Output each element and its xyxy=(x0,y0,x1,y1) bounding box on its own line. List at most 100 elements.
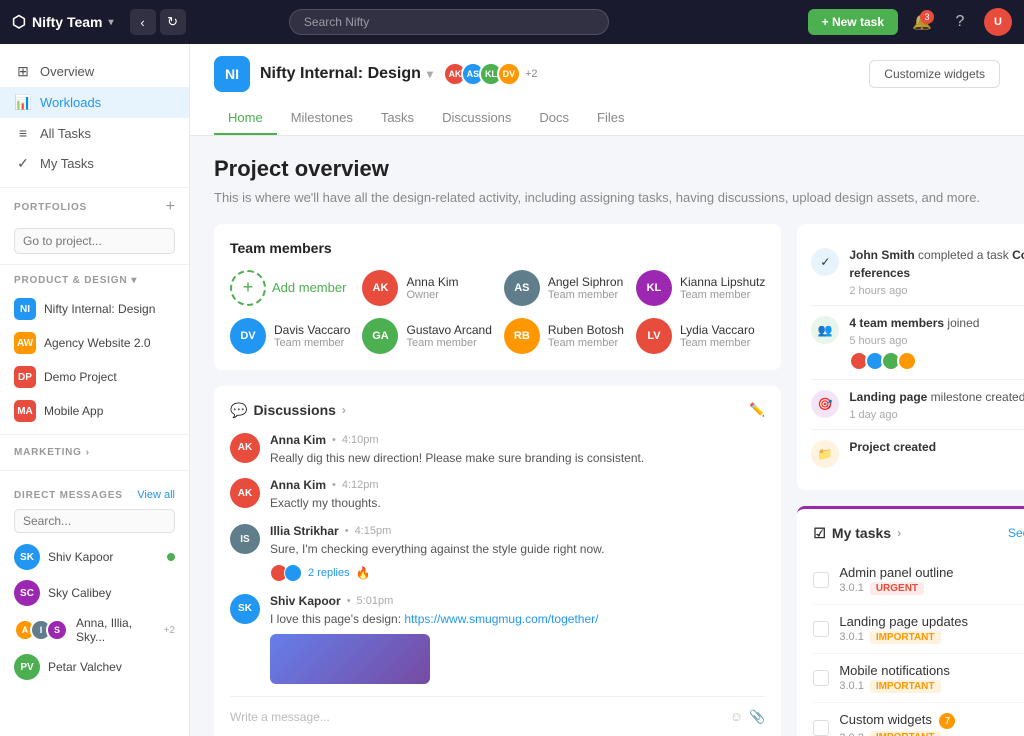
nav-item-tasks[interactable]: Tasks xyxy=(367,102,428,135)
edit-discussion-icon[interactable]: ✏️ xyxy=(749,402,765,418)
team-member-info-gustavo: Gustavo Arcand Team member xyxy=(406,323,491,349)
new-task-button[interactable]: + New task xyxy=(808,9,898,35)
content-grid: Team members + Add member AK Anna Kim Ow… xyxy=(214,224,1000,736)
customize-widgets-button[interactable]: Customize widgets xyxy=(869,60,1000,88)
team-section-title: Team members xyxy=(230,240,765,256)
search-container xyxy=(289,9,609,35)
dm-item-group[interactable]: A I S Anna, Illia, Sky... +2 xyxy=(0,611,189,649)
view-all-dm[interactable]: View all xyxy=(137,489,175,501)
discussions-expand-icon[interactable]: › xyxy=(342,403,346,417)
smugmug-link[interactable]: https://www.smugmug.com/together/ xyxy=(404,612,598,626)
dm-header: DIRECT MESSAGES View all xyxy=(0,485,189,505)
task-checkbox-mobile[interactable] xyxy=(813,670,829,686)
discussions-card-header: 💬 Discussions › ✏️ xyxy=(230,402,765,419)
overview-header: Project overview This is where we'll hav… xyxy=(214,156,1000,208)
task-item-widgets: Custom widgets 7 3.0.2 IMPORTANT 📅 xyxy=(813,703,1024,736)
team-member-info-lydia: Lydia Vaccaro Team member xyxy=(680,323,765,349)
sidebar-item-all-tasks[interactable]: ≡ All Tasks xyxy=(0,118,189,148)
all-tasks-icon: ≡ xyxy=(14,125,32,141)
main-content: Project overview This is where we'll hav… xyxy=(190,136,1024,736)
dm-section: DIRECT MESSAGES View all SK Shiv Kapoor … xyxy=(0,477,189,689)
dm-item-shiv[interactable]: SK Shiv Kapoor xyxy=(0,539,189,575)
dm-search-input[interactable] xyxy=(14,509,175,533)
project-item-mobile[interactable]: MA Mobile App xyxy=(0,394,189,428)
team-member-avatar-kianna: KL xyxy=(636,270,672,306)
task-item-landing: Landing page updates 3.0.1 IMPORTANT 📅 T… xyxy=(813,605,1024,654)
activity-icon-members: 👥 xyxy=(811,316,839,344)
sidebar-item-workloads[interactable]: 📊 Workloads xyxy=(0,87,189,118)
emoji-icon[interactable]: ☺ xyxy=(730,709,743,725)
help-button[interactable]: ? xyxy=(946,8,974,36)
project-item-agency[interactable]: AW Agency Website 2.0 xyxy=(0,326,189,360)
back-button[interactable]: ‹ xyxy=(130,9,156,35)
task-checkbox-landing[interactable] xyxy=(813,621,829,637)
right-column: ✓ John Smith completed a task Collect mo… xyxy=(797,224,1024,736)
main-nav: ⊞ Overview 📊 Workloads ≡ All Tasks ✓ My … xyxy=(0,52,189,183)
msg-avatar-illia: IS xyxy=(230,524,260,554)
nav-item-discussions[interactable]: Discussions xyxy=(428,102,525,135)
project-dropdown-icon[interactable]: ▾ xyxy=(427,67,433,81)
search-project-input[interactable] xyxy=(14,228,175,254)
my-tasks-header: ☑ My tasks › See 5 more tasks xyxy=(813,525,1024,542)
team-grid: + Add member AK Anna Kim Owner xyxy=(230,270,765,354)
task-checkbox-widgets[interactable] xyxy=(813,720,829,736)
activity-item-task: ✓ John Smith completed a task Collect mo… xyxy=(811,238,1024,306)
discussion-message-4: SK Shiv Kapoor • 5:01pm I love this page… xyxy=(230,594,765,684)
search-input[interactable] xyxy=(289,9,609,35)
team-member-avatar-anna: AK xyxy=(362,270,398,306)
tasks-expand-icon[interactable]: › xyxy=(897,526,901,540)
my-tasks-icon: ✓ xyxy=(14,155,32,172)
brand[interactable]: ⬡ Nifty Team ▾ xyxy=(12,12,114,32)
task-checkbox-admin[interactable] xyxy=(813,572,829,588)
task-meta-mobile: 3.0.1 IMPORTANT xyxy=(839,680,1024,693)
project-item-demo[interactable]: DP Demo Project xyxy=(0,360,189,394)
project-avatar-demo: DP xyxy=(14,366,36,388)
task-meta-widgets: 3.0.2 IMPORTANT xyxy=(839,731,1018,736)
nav-item-files[interactable]: Files xyxy=(583,102,638,135)
topbar-right: + New task 🔔 3 ? U xyxy=(808,8,1012,36)
add-member-button[interactable]: + Add member xyxy=(230,270,350,306)
project-avatar-mobile: MA xyxy=(14,400,36,422)
reply-count[interactable]: 2 replies xyxy=(308,567,350,579)
task-tag-landing: IMPORTANT xyxy=(870,631,941,644)
activity-time-3: 1 day ago xyxy=(849,409,1024,421)
sidebar-item-overview[interactable]: ⊞ Overview xyxy=(0,56,189,87)
my-tasks-title: ☑ My tasks › xyxy=(813,525,901,542)
product-design-section[interactable]: PRODUCT & DESIGN ▾ xyxy=(0,269,189,292)
reply-av-2 xyxy=(284,564,302,582)
activity-members-count: 4 team members xyxy=(849,316,944,330)
task-tag-mobile: IMPORTANT xyxy=(870,680,941,693)
task-tag-widgets: IMPORTANT xyxy=(870,731,941,736)
add-portfolio-button[interactable]: + xyxy=(166,198,175,216)
marketing-collapse-icon: › xyxy=(86,447,90,458)
member-count: +2 xyxy=(525,68,538,80)
project-header-top: NI Nifty Internal: Design ▾ AK AS KL DV … xyxy=(214,56,1000,92)
message-input[interactable] xyxy=(230,710,722,724)
see-more-tasks-link[interactable]: See 5 more tasks xyxy=(1008,526,1024,540)
nav-item-docs[interactable]: Docs xyxy=(525,102,583,135)
dm-item-petar[interactable]: PV Petar Valchev xyxy=(0,649,189,685)
project-item-nifty[interactable]: NI Nifty Internal: Design xyxy=(0,292,189,326)
team-member-card-davis: DV Davis Vaccaro Team member xyxy=(230,318,350,354)
sidebar-item-my-tasks[interactable]: ✓ My Tasks xyxy=(0,148,189,179)
activity-member-avatars xyxy=(849,351,979,371)
activity-feed: ✓ John Smith completed a task Collect mo… xyxy=(797,224,1024,490)
notifications-button[interactable]: 🔔 3 xyxy=(908,8,936,36)
history-button[interactable]: ↻ xyxy=(160,9,186,35)
task-count-badge: 7 xyxy=(939,713,955,729)
notification-badge: 3 xyxy=(920,10,934,24)
project-nav: Home Milestones Tasks Discussions Docs F… xyxy=(214,102,1000,135)
nav-item-milestones[interactable]: Milestones xyxy=(277,102,367,135)
dm-item-sky[interactable]: SC Sky Calibey xyxy=(0,575,189,611)
attachment-icon[interactable]: 📎 xyxy=(749,709,765,725)
nav-item-home[interactable]: Home xyxy=(214,102,277,135)
project-title: Nifty Internal: Design ▾ xyxy=(260,65,433,83)
dm-avatar-shiv: SK xyxy=(14,544,40,570)
user-avatar[interactable]: U xyxy=(984,8,1012,36)
project-logo: NI xyxy=(214,56,250,92)
sm-avatar-4 xyxy=(897,351,917,371)
discussion-message-2: AK Anna Kim • 4:12pm Exactly my thoughts… xyxy=(230,478,765,512)
activity-icon-task: ✓ xyxy=(811,248,839,276)
marketing-section[interactable]: MARKETING › xyxy=(0,441,189,464)
message-input-icons: ☺ 📎 xyxy=(730,709,765,725)
